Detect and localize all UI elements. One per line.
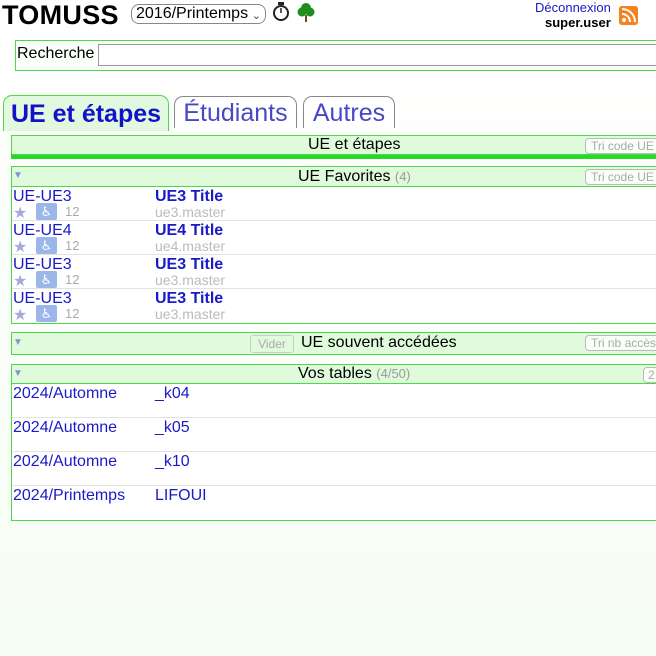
ue-master: ue4.master: [155, 238, 226, 254]
table-row[interactable]: 2024/Automne _k04: [12, 384, 656, 418]
favorites-title: UE Favorites (4): [298, 168, 411, 186]
favorites-sort-button[interactable]: Tri code UE: [585, 169, 656, 185]
table-semester[interactable]: 2024/Automne: [13, 385, 117, 403]
star-icon[interactable]: ★: [13, 237, 27, 257]
star-icon[interactable]: ★: [13, 271, 27, 291]
collapse-triangle-icon[interactable]: ▼: [13, 368, 23, 379]
username: super.user: [545, 15, 611, 30]
table-name[interactable]: _k04: [155, 385, 190, 403]
ue-master: ue3.master: [155, 306, 226, 322]
tables-title: Vos tables (4/50): [298, 365, 410, 383]
tables-title-text: Vos tables: [298, 365, 372, 382]
table-name[interactable]: _k05: [155, 419, 190, 437]
frequent-title: UE souvent accédées: [301, 334, 457, 351]
favorite-row[interactable]: UE-UE4 ★ ♿ 12 UE4 Title ue4.master: [12, 221, 656, 257]
tree-icon[interactable]: [296, 2, 316, 22]
favorites-count: (4): [394, 169, 411, 184]
favorite-row[interactable]: UE-UE3 ★ ♿ 12 UE3 Title ue3.master: [12, 255, 656, 291]
table-semester[interactable]: 2024/Automne: [13, 419, 117, 437]
semester-select[interactable]: 2016/Printemps ⌄: [131, 4, 266, 24]
table-name[interactable]: LIFOUI: [155, 487, 207, 505]
tab-etudiants[interactable]: Étudiants: [174, 96, 297, 128]
favorite-row[interactable]: UE-UE3 ★ ♿ 12 UE3 Title ue3.master: [12, 289, 656, 325]
sort-code-ue-button[interactable]: Tri code UE: [585, 138, 656, 154]
tables-sort-button[interactable]: 2: [643, 367, 656, 383]
ue-number: 12: [65, 204, 80, 219]
search-input[interactable]: [98, 44, 656, 66]
table-semester[interactable]: 2024/Printemps: [13, 487, 125, 505]
table-row[interactable]: 2024/Automne _k10: [12, 452, 656, 486]
rss-icon[interactable]: [619, 6, 638, 25]
favorite-row[interactable]: UE-UE3 ★ ♿ 12 UE3 Title ue3.master: [12, 187, 656, 223]
collapse-triangle-icon[interactable]: ▼: [13, 337, 23, 348]
star-icon[interactable]: ★: [13, 203, 27, 223]
ue-number: 12: [65, 272, 80, 287]
ue-etapes-title: UE et étapes: [308, 136, 401, 153]
stopwatch-icon[interactable]: [272, 2, 290, 22]
ue-number: 12: [65, 238, 80, 253]
ue-master: ue3.master: [155, 272, 226, 288]
semester-value: 2016/Printemps: [136, 5, 249, 22]
tab-autres[interactable]: Autres: [303, 96, 395, 128]
collapse-triangle-icon[interactable]: ▼: [13, 170, 23, 181]
table-semester[interactable]: 2024/Automne: [13, 453, 117, 471]
tables-count: (4/50): [376, 366, 411, 381]
accessibility-icon: ♿: [36, 305, 57, 322]
clear-button[interactable]: Vider: [250, 335, 294, 353]
accessibility-icon: ♿: [36, 237, 57, 254]
table-row[interactable]: 2024/Automne _k05: [12, 418, 656, 452]
table-row[interactable]: 2024/Printemps LIFOUI: [12, 486, 656, 519]
chevron-down-icon: ⌄: [251, 10, 261, 22]
divider: [11, 155, 656, 159]
star-icon[interactable]: ★: [13, 305, 27, 325]
app-title: TOMUSS: [2, 0, 119, 30]
sort-access-button[interactable]: Tri nb accès: [585, 335, 656, 351]
accessibility-icon: ♿: [36, 203, 57, 220]
table-name[interactable]: _k10: [155, 453, 190, 471]
tab-ue-etapes[interactable]: UE et étapes: [3, 95, 169, 131]
accessibility-icon: ♿: [36, 271, 57, 288]
ue-master: ue3.master: [155, 204, 226, 220]
search-label: Recherche: [17, 45, 95, 62]
favorites-title-text: UE Favorites: [298, 168, 391, 185]
ue-number: 12: [65, 306, 80, 321]
logout-link[interactable]: Déconnexion: [535, 0, 611, 15]
